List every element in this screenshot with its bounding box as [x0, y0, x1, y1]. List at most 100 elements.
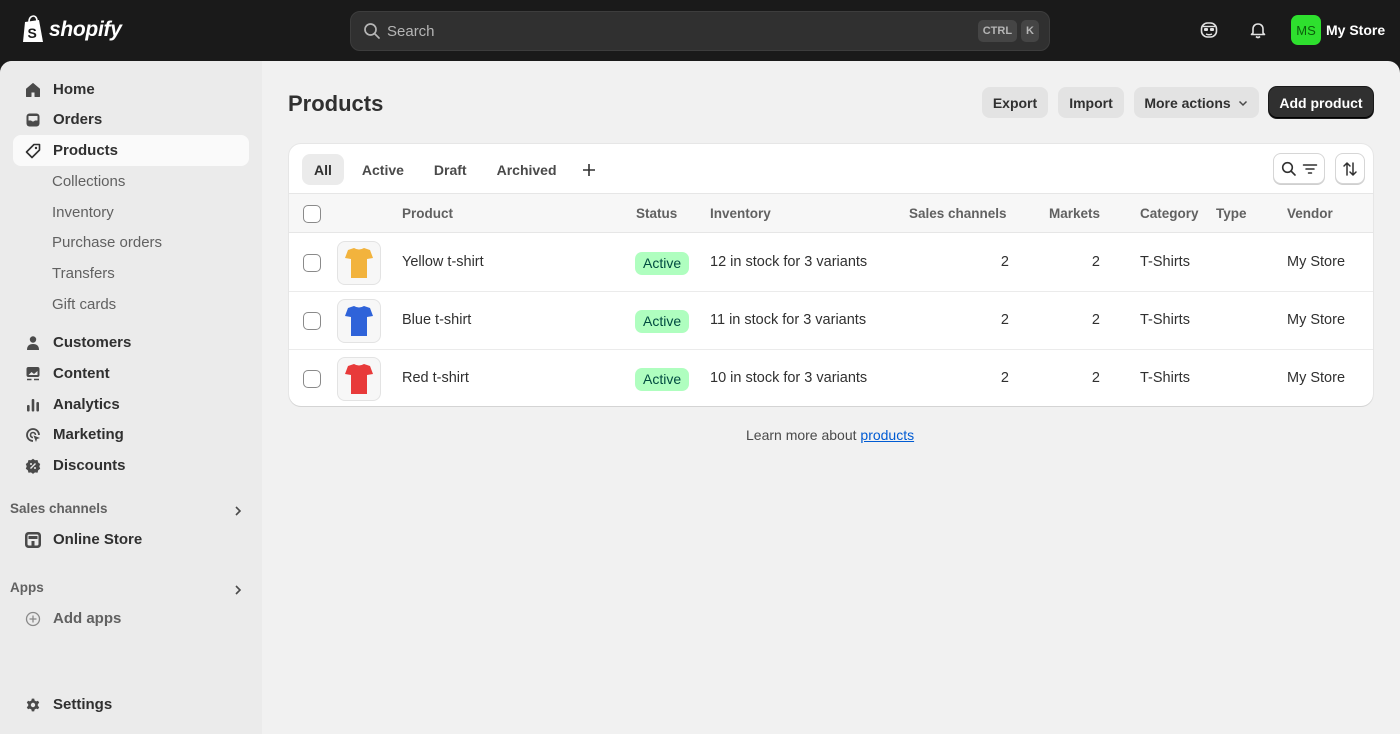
product-thumbnail[interactable]	[337, 299, 381, 343]
tshirt-icon	[345, 248, 373, 278]
row-checkbox[interactable]	[303, 370, 321, 388]
sidebar-subitem-purchase-orders[interactable]: Purchase orders	[52, 234, 162, 251]
sidebar-item-analytics[interactable]: Analytics	[13, 389, 249, 420]
column-header-status[interactable]: Status	[636, 206, 677, 221]
shopify-logo[interactable]: S shopify	[21, 15, 122, 44]
tshirt-icon	[345, 306, 373, 336]
learn-more-text: Learn more about	[746, 427, 861, 443]
sidebar-subitem-transfers[interactable]: Transfers	[52, 265, 115, 282]
row-checkbox[interactable]	[303, 254, 321, 272]
products-help-link[interactable]: products	[860, 427, 914, 443]
row-checkbox[interactable]	[303, 312, 321, 330]
sidebar-subitem-inventory[interactable]: Inventory	[52, 204, 114, 221]
search-bar[interactable]: Search CTRL K	[350, 11, 1050, 51]
sidebar-item-label: Customers	[53, 334, 132, 351]
sidebar-item-label: Discounts	[53, 457, 126, 474]
sidebar: Home Orders Products Collections Invento…	[0, 61, 262, 734]
sidebar-item-online-store[interactable]: Online Store	[13, 524, 249, 555]
product-name-link[interactable]: Red t-shirt	[402, 370, 469, 386]
tab-archived[interactable]: Archived	[485, 154, 569, 185]
product-thumbnail[interactable]	[337, 241, 381, 285]
sidebar-item-label: Home	[53, 81, 95, 98]
target-icon	[24, 426, 42, 444]
column-header-type[interactable]: Type	[1216, 206, 1247, 221]
store-name: My Store	[1326, 22, 1386, 38]
sidebar-subitem-gift-cards[interactable]: Gift cards	[52, 296, 116, 313]
search-icon	[1281, 161, 1296, 176]
shortcut-key-ctrl: CTRL	[977, 20, 1018, 42]
inventory-cell: 11 in stock for 3 variants	[710, 312, 867, 328]
person-icon	[24, 334, 42, 352]
column-header-product[interactable]: Product	[402, 206, 453, 221]
import-button[interactable]: Import	[1058, 87, 1124, 118]
sidebar-item-content[interactable]: Content	[13, 358, 249, 389]
table-row[interactable]: Yellow t-shirt Active 12 in stock for 3 …	[289, 234, 1373, 292]
search-icon	[364, 23, 380, 39]
account-menu[interactable]: MS My Store	[1291, 15, 1385, 45]
sidebar-item-products[interactable]: Products	[13, 135, 249, 166]
sidebar-item-add-apps[interactable]: Add apps	[13, 603, 249, 634]
search-filter-button[interactable]	[1273, 153, 1325, 184]
tab-active[interactable]: Active	[350, 154, 416, 185]
products-card: All Active Draft Archived Product Status…	[289, 144, 1373, 406]
table-row[interactable]: Blue t-shirt Active 11 in stock for 3 va…	[289, 292, 1373, 350]
filter-icon	[1302, 163, 1317, 174]
add-product-label: Add product	[1279, 94, 1363, 111]
content-icon	[24, 365, 42, 383]
page-title: Products	[288, 91, 384, 116]
search-input[interactable]: Search	[387, 23, 974, 40]
vendor-cell: My Store	[1287, 312, 1346, 328]
shopify-bag-icon: S	[23, 15, 43, 42]
gear-icon	[24, 696, 42, 714]
column-header-sales-channels[interactable]: Sales channels	[909, 206, 1007, 221]
status-badge: Active	[635, 310, 690, 333]
select-all-checkbox[interactable]	[303, 205, 321, 223]
product-name-link[interactable]: Blue t-shirt	[402, 312, 471, 328]
chevron-down-icon	[1238, 100, 1247, 106]
view-tabs: All Active Draft Archived	[302, 154, 603, 185]
sidebar-item-home[interactable]: Home	[13, 74, 249, 105]
sidebar-item-settings[interactable]: Settings	[13, 689, 249, 720]
apps-heading[interactable]: Apps	[10, 580, 44, 595]
discount-icon	[24, 457, 42, 475]
bell-icon[interactable]	[1248, 20, 1268, 40]
table-row[interactable]: Red t-shirt Active 10 in stock for 3 var…	[289, 350, 1373, 406]
column-header-category[interactable]: Category	[1140, 206, 1199, 221]
column-header-inventory[interactable]: Inventory	[710, 206, 771, 221]
column-header-vendor[interactable]: Vendor	[1287, 206, 1333, 221]
product-name-link[interactable]: Yellow t-shirt	[402, 254, 484, 270]
more-actions-button[interactable]: More actions	[1134, 87, 1259, 118]
plus-circle-icon	[24, 610, 42, 628]
sidekick-icon[interactable]	[1199, 20, 1219, 40]
sidebar-item-label: Orders	[53, 111, 103, 128]
sidebar-subitem-collections[interactable]: Collections	[52, 173, 125, 190]
add-view-button[interactable]	[575, 156, 603, 184]
app-frame: Home Orders Products Collections Invento…	[0, 61, 1400, 734]
tab-draft[interactable]: Draft	[422, 154, 479, 185]
inventory-cell: 10 in stock for 3 variants	[710, 370, 868, 386]
export-button[interactable]: Export	[982, 87, 1048, 118]
tab-all[interactable]: All	[302, 154, 344, 185]
sales-channels-cell: 2	[1000, 254, 1009, 270]
sidebar-item-orders[interactable]: Orders	[13, 104, 249, 135]
chevron-right-icon[interactable]	[232, 584, 244, 596]
category-cell: T-Shirts	[1140, 312, 1190, 328]
product-thumbnail[interactable]	[337, 357, 381, 401]
sidebar-item-marketing[interactable]: Marketing	[13, 419, 249, 450]
chevron-right-icon[interactable]	[232, 505, 244, 517]
add-product-button[interactable]: Add product	[1269, 87, 1373, 118]
column-header-markets[interactable]: Markets	[1049, 206, 1100, 221]
store-icon	[24, 531, 42, 549]
sidebar-item-customers[interactable]: Customers	[13, 327, 249, 358]
vendor-cell: My Store	[1287, 254, 1346, 270]
export-button-label: Export	[992, 94, 1038, 111]
import-button-label: Import	[1069, 94, 1113, 111]
avatar: MS	[1291, 15, 1321, 45]
sidebar-item-discounts[interactable]: Discounts	[13, 450, 249, 481]
sales-channels-heading[interactable]: Sales channels	[10, 501, 108, 516]
plus-icon	[582, 163, 595, 176]
shortcut-key-k: K	[1021, 20, 1039, 42]
sort-icon	[1343, 161, 1357, 176]
sort-button[interactable]	[1335, 153, 1365, 184]
sidebar-item-label: Online Store	[53, 531, 143, 548]
